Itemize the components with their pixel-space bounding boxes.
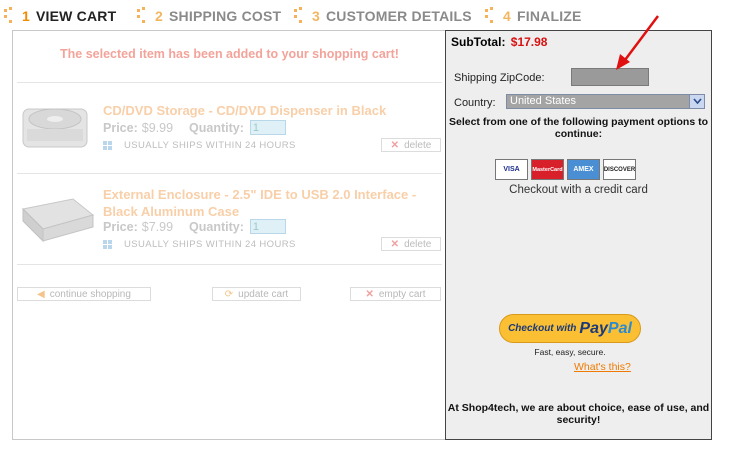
step-number: 2 bbox=[155, 8, 163, 24]
step-number: 4 bbox=[503, 8, 511, 24]
quantity-label: Quantity: bbox=[189, 219, 244, 234]
close-icon: ✕ bbox=[390, 238, 400, 250]
update-cart-button[interactable]: ⟳ update cart bbox=[212, 287, 301, 301]
update-cart-label: update cart bbox=[238, 288, 289, 300]
delete-button[interactable]: ✕ delete bbox=[381, 138, 441, 152]
payment-options-text: Select from one of the following payment… bbox=[448, 116, 708, 140]
whats-this-link[interactable]: What's this? bbox=[574, 361, 631, 373]
divider bbox=[17, 173, 442, 174]
step-view-cart[interactable]: 1 VIEW CART bbox=[4, 7, 116, 25]
empty-cart-button[interactable]: ✕ empty cart bbox=[350, 287, 441, 301]
step-label: CUSTOMER DETAILS bbox=[326, 8, 472, 24]
amex-icon[interactable]: AMEX bbox=[567, 159, 600, 180]
checkout-summary-panel: SubTotal: $17.98 Shipping ZipCode: Count… bbox=[445, 30, 712, 440]
step-finalize[interactable]: 4 FINALIZE bbox=[485, 7, 582, 25]
annotation-arrow-icon bbox=[616, 15, 659, 70]
delete-label: delete bbox=[404, 238, 432, 250]
shipping-icon bbox=[103, 240, 112, 249]
refresh-icon: ⟳ bbox=[224, 288, 234, 300]
zipcode-label: Shipping ZipCode: bbox=[454, 72, 545, 84]
discover-icon[interactable]: DISCOVER bbox=[603, 159, 636, 180]
country-value: United States bbox=[510, 95, 577, 107]
empty-cart-label: empty cart bbox=[378, 288, 426, 300]
close-icon: ✕ bbox=[365, 288, 374, 300]
delete-button[interactable]: ✕ delete bbox=[381, 237, 441, 251]
credit-card-checkout-text[interactable]: Checkout with a credit card bbox=[446, 184, 711, 196]
paypal-checkout-label: Checkout with bbox=[508, 323, 577, 334]
mastercard-icon[interactable]: MasterCard bbox=[531, 159, 564, 180]
country-select[interactable]: United States bbox=[506, 94, 705, 109]
quantity-input[interactable] bbox=[249, 219, 286, 234]
step-dots-icon bbox=[294, 7, 306, 25]
step-label: SHIPPING COST bbox=[169, 8, 282, 24]
step-customer-details[interactable]: 3 CUSTOMER DETAILS bbox=[294, 7, 472, 25]
step-number: 1 bbox=[22, 8, 30, 24]
item-title[interactable]: CD/DVD Storage - CD/DVD Dispenser in Bla… bbox=[103, 102, 443, 119]
country-label: Country: bbox=[454, 97, 496, 109]
subtotal: SubTotal: $17.98 bbox=[451, 35, 547, 49]
paypal-logo: PayPal bbox=[579, 319, 632, 337]
continue-shopping-label: continue shopping bbox=[49, 288, 131, 300]
step-label: FINALIZE bbox=[517, 8, 582, 24]
step-dots-icon bbox=[4, 7, 16, 25]
continue-shopping-button[interactable]: ◀ continue shopping bbox=[17, 287, 151, 301]
enclosure-image bbox=[21, 198, 95, 243]
price-value: $7.99 bbox=[141, 219, 174, 234]
quantity-label: Quantity: bbox=[189, 120, 244, 135]
price-label: Price: bbox=[103, 219, 138, 234]
price-row: Price: $7.99 Quantity: bbox=[103, 219, 286, 234]
visa-icon[interactable]: VISA bbox=[495, 159, 528, 180]
step-shipping-cost[interactable]: 2 SHIPPING COST bbox=[137, 7, 281, 25]
ships-text: USUALLY SHIPS WITHIN 24 HOURS bbox=[124, 239, 296, 250]
subtotal-value: $17.98 bbox=[510, 35, 548, 49]
step-number: 3 bbox=[312, 8, 320, 24]
ships-info: USUALLY SHIPS WITHIN 24 HOURS bbox=[103, 239, 296, 250]
price-row: Price: $9.99 Quantity: bbox=[103, 120, 286, 135]
security-note: At Shop4tech, we are about choice, ease … bbox=[447, 402, 710, 426]
quantity-input[interactable] bbox=[249, 120, 286, 135]
divider bbox=[17, 264, 442, 265]
ships-text: USUALLY SHIPS WITHIN 24 HOURS bbox=[124, 140, 296, 151]
close-icon: ✕ bbox=[390, 139, 400, 151]
paypal-subtext: Fast, easy, secure. bbox=[534, 347, 606, 357]
price-label: Price: bbox=[103, 120, 138, 135]
cd-dispenser-image bbox=[22, 108, 88, 148]
paypal-checkout-button[interactable]: Checkout with PayPal bbox=[499, 314, 641, 343]
step-dots-icon bbox=[137, 7, 149, 25]
step-dots-icon bbox=[485, 7, 497, 25]
subtotal-label: SubTotal: bbox=[451, 35, 506, 49]
chevron-down-icon[interactable] bbox=[689, 95, 704, 108]
added-to-cart-message: The selected item has been added to your… bbox=[60, 47, 399, 61]
price-value: $9.99 bbox=[141, 120, 174, 135]
divider bbox=[17, 82, 442, 83]
arrow-left-icon: ◀ bbox=[37, 288, 45, 300]
item-title[interactable]: External Enclosure - 2.5" IDE to USB 2.0… bbox=[103, 186, 443, 220]
shipping-icon bbox=[103, 141, 112, 150]
ships-info: USUALLY SHIPS WITHIN 24 HOURS bbox=[103, 140, 296, 151]
delete-label: delete bbox=[404, 139, 432, 151]
step-label: VIEW CART bbox=[36, 8, 117, 24]
credit-card-logos[interactable]: VISA MasterCard AMEX DISCOVER bbox=[495, 159, 636, 180]
cart-panel: The selected item has been added to your… bbox=[12, 30, 445, 440]
